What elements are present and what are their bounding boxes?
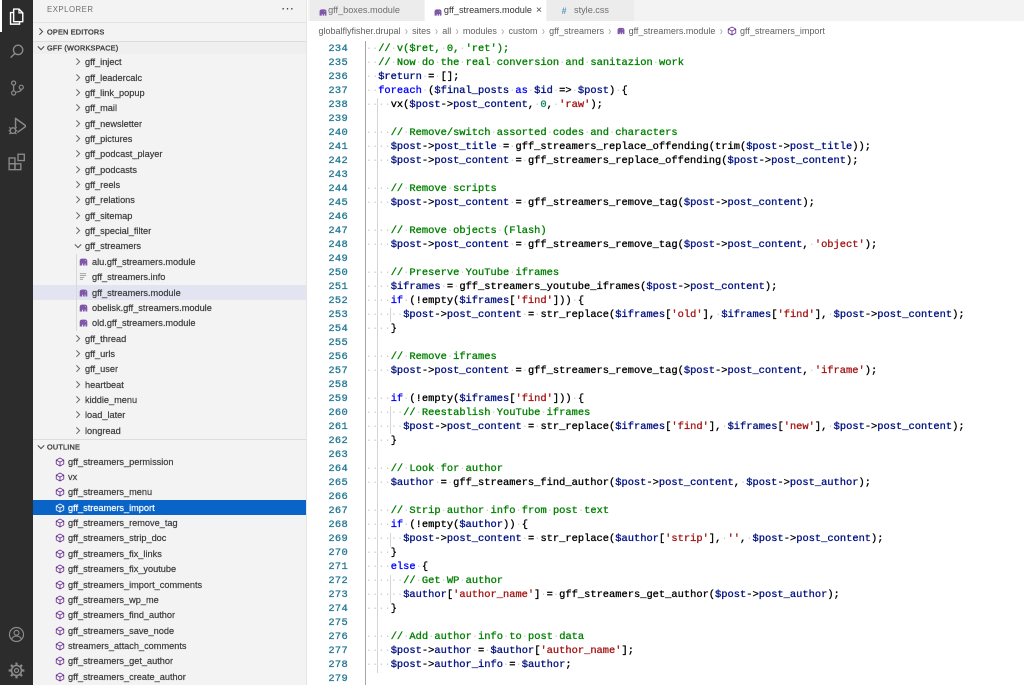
- svg-text:#: #: [562, 6, 567, 16]
